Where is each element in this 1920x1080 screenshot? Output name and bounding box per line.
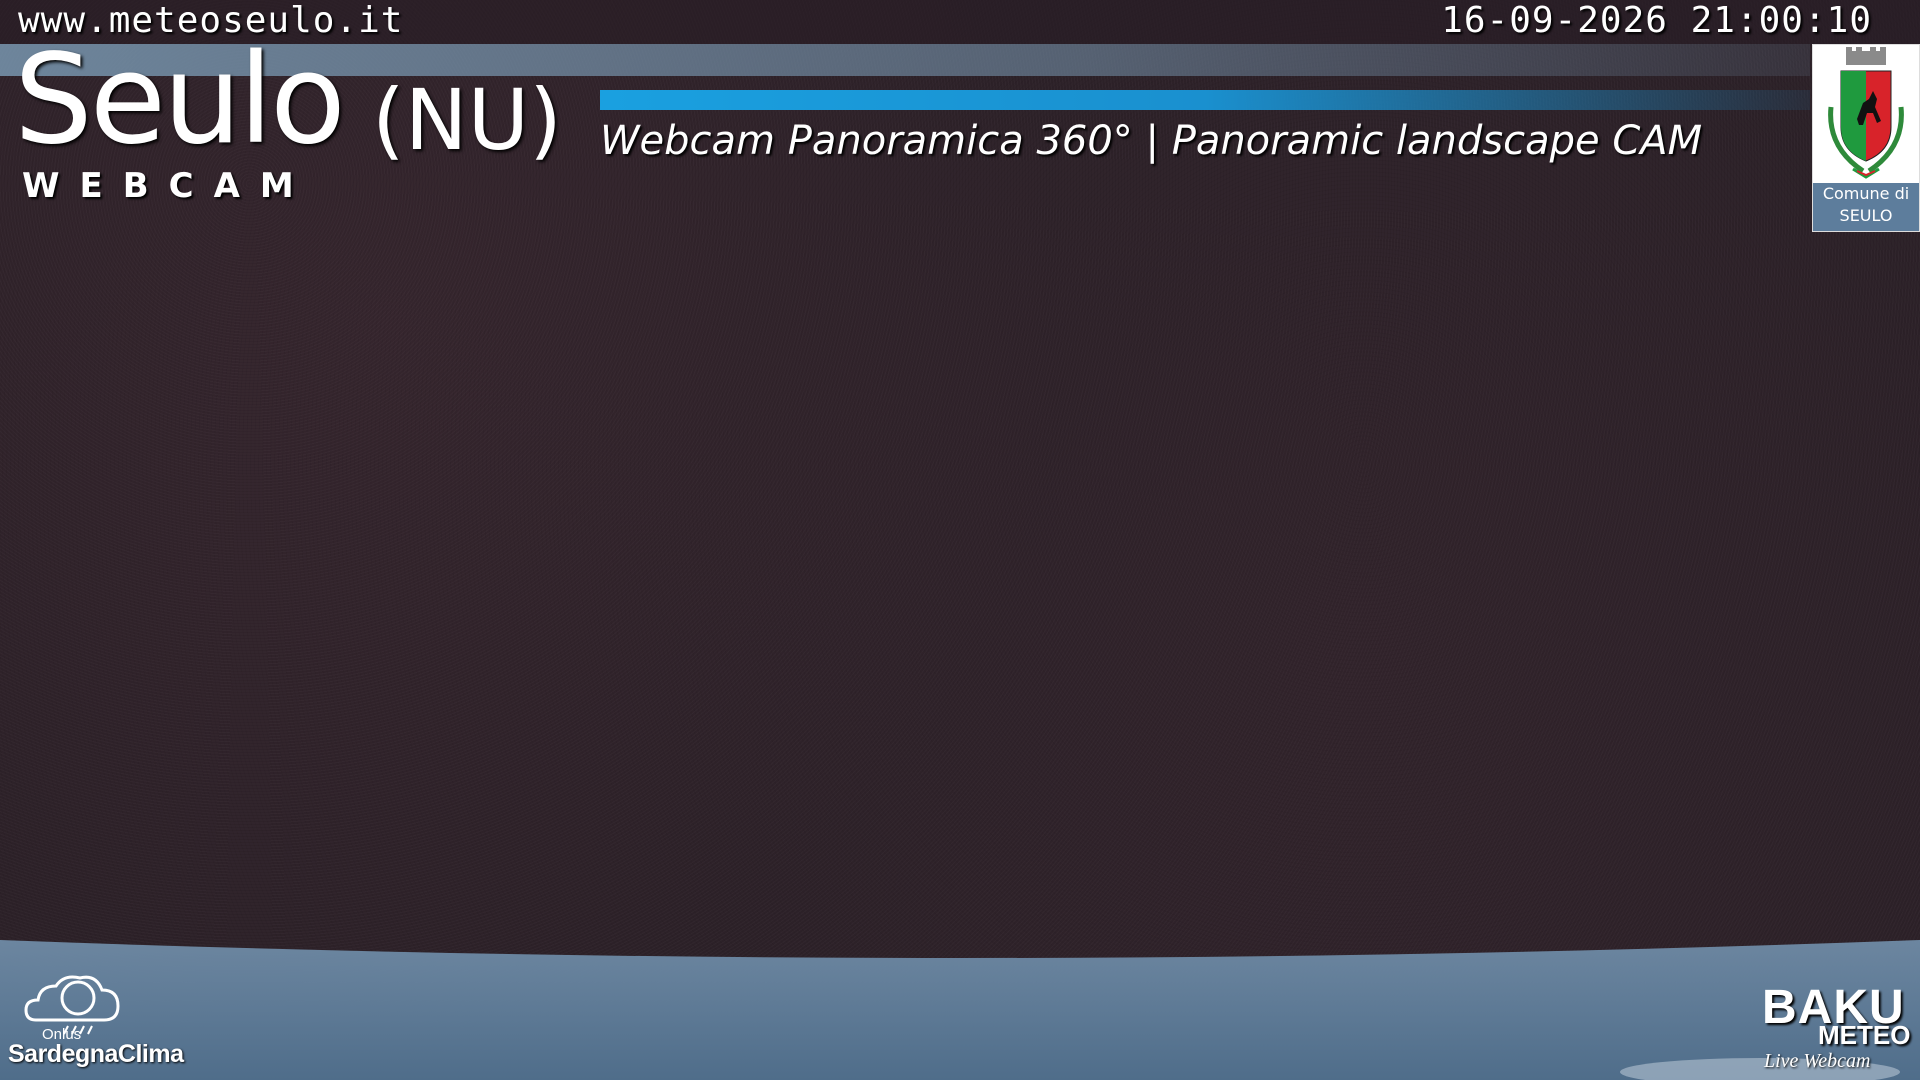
crest-caption: Comune di SEULO — [1813, 183, 1919, 231]
webcam-subtitle: Webcam Panoramica 360° | Panoramic lands… — [600, 118, 1703, 164]
sponsor-meteo-label: METEO — [1818, 1020, 1911, 1050]
sponsor-sardegnaclima-logo: SardegnaClima — [8, 1040, 184, 1068]
town-name: Seulo — [14, 28, 346, 172]
crest-caption-line1: Comune di — [1822, 184, 1910, 203]
bottom-band — [0, 940, 1920, 1080]
webcam-frame: www.meteoseulo.it 16-09-2026 21:00:10 Se… — [0, 0, 1920, 1080]
crest-caption-line2: SEULO — [1839, 206, 1893, 225]
sponsor-tagline: Live Webcam — [1764, 1050, 1871, 1072]
coat-of-arms-icon — [1828, 47, 1904, 179]
webcam-label: WEBCAM — [22, 166, 314, 206]
accent-bar — [600, 90, 1810, 110]
timestamp: 16-09-2026 21:00:10 — [1441, 0, 1872, 41]
province-code: (NU) — [372, 71, 562, 169]
municipality-crest: Comune di SEULO — [1812, 44, 1920, 232]
